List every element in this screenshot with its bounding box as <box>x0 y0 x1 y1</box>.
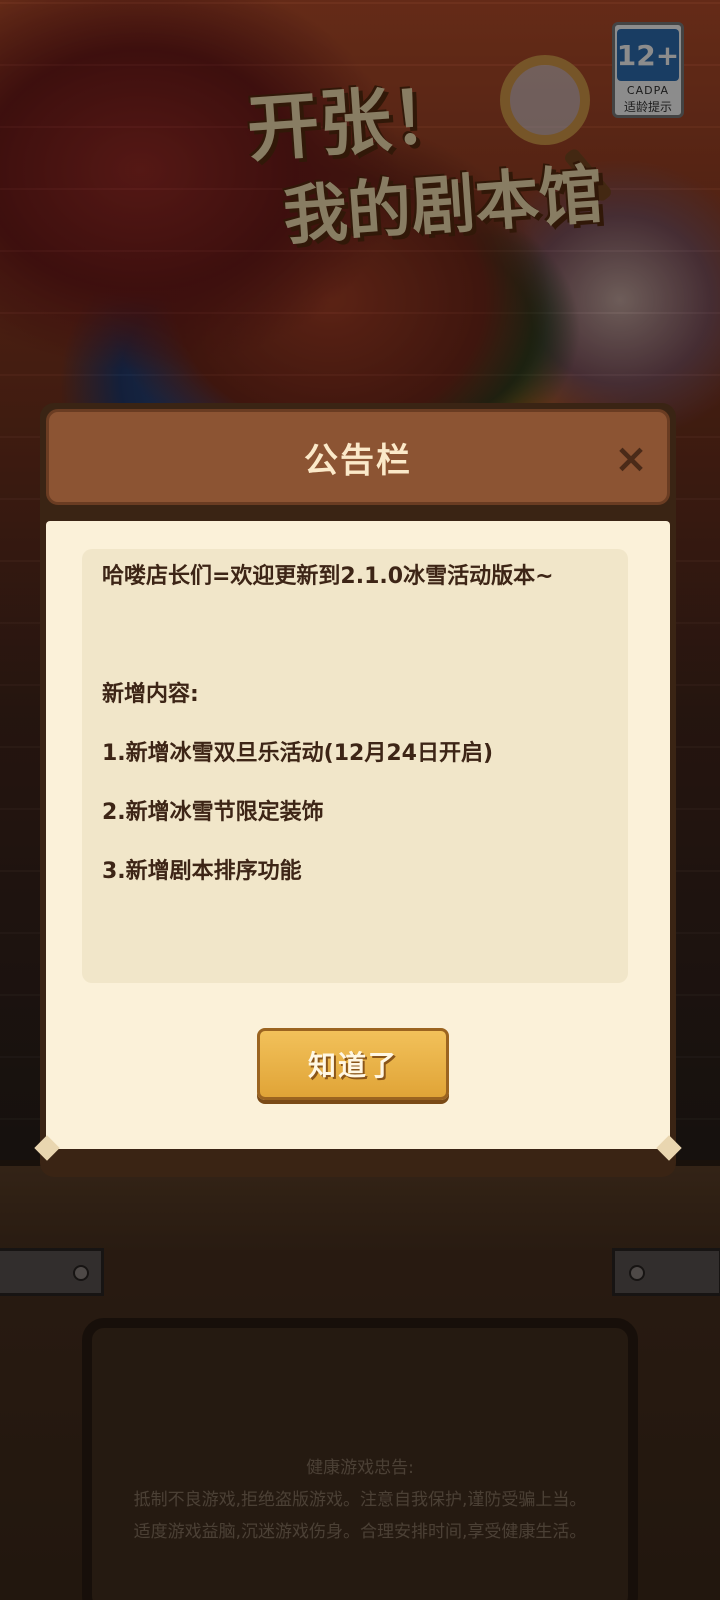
notice-line-item-1: 1.新增冰雪双旦乐活动(12月24日开启) <box>102 741 494 766</box>
game-screen: 开张！ 我的剧本馆 12+ CADPA 适龄提示 健康游戏忠告: 抵制不良游戏,… <box>0 0 720 1600</box>
dialog-header: 公告栏 × <box>46 409 670 505</box>
confirm-button[interactable]: 知道了 <box>257 1028 449 1100</box>
notice-line-item-2: 2.新增冰雪节限定装饰 <box>102 800 324 825</box>
notice-line-item-3: 3.新增剧本排序功能 <box>102 859 302 884</box>
announcement-dialog: 公告栏 × 哈喽店长们=欢迎更新到2.1.0冰雪活动版本~ 新增内容: 1.新增… <box>40 403 676 1177</box>
notice-line-greeting: 哈喽店长们=欢迎更新到2.1.0冰雪活动版本~ <box>102 564 554 589</box>
close-button[interactable]: × <box>613 439 649 479</box>
notice-line-heading: 新增内容: <box>102 682 199 707</box>
dialog-title: 公告栏 <box>304 440 412 481</box>
notice-content: 哈喽店长们=欢迎更新到2.1.0冰雪活动版本~ 新增内容: 1.新增冰雪双旦乐活… <box>82 549 628 983</box>
dialog-paper: 哈喽店长们=欢迎更新到2.1.0冰雪活动版本~ 新增内容: 1.新增冰雪双旦乐活… <box>46 521 670 1149</box>
